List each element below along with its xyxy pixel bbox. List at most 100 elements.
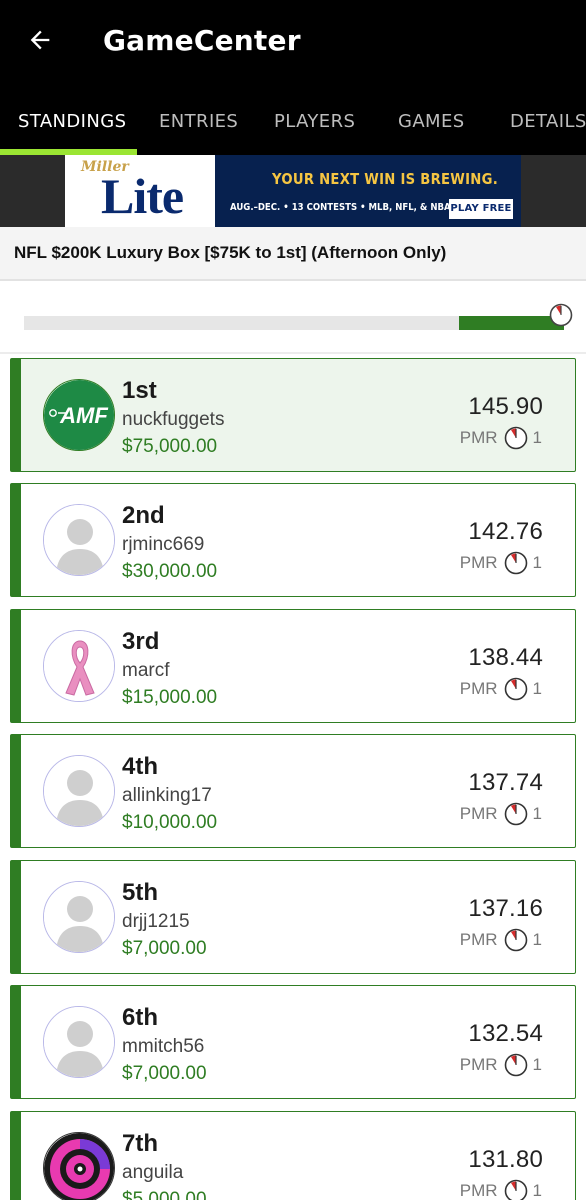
pmr-label: PMR xyxy=(459,428,498,447)
pmr-indicator: PMR 1 xyxy=(460,426,542,450)
ad-headline: YOUR NEXT WIN IS BREWING. xyxy=(272,170,498,188)
prize-amount: $10,000.00 xyxy=(122,812,218,833)
back-arrow-icon xyxy=(30,30,50,50)
standing-row[interactable]: 5th drjj1215 $7,000.00 137.16 PMR 1 xyxy=(10,860,576,974)
rank: 1st xyxy=(122,377,157,404)
rank: 3rd xyxy=(122,628,160,655)
tab-standings[interactable]: STANDINGS xyxy=(18,111,126,132)
pmr-label: PMR xyxy=(459,553,498,572)
ad-subline: AUG.–DEC. • 13 CONTESTS • MLB, NFL, & NB… xyxy=(230,202,482,213)
clock-icon xyxy=(504,802,527,826)
default-person-icon xyxy=(44,505,114,575)
username: allinking17 xyxy=(122,785,212,806)
prize-amount: $7,000.00 xyxy=(122,938,207,959)
pmr-indicator: PMR 1 xyxy=(460,802,542,826)
avatar xyxy=(43,1132,115,1200)
ad-banner[interactable]: Miller Lite YOUR NEXT WIN IS BREWING. AU… xyxy=(65,155,521,227)
pmr-label: PMR xyxy=(459,930,498,949)
back-button[interactable] xyxy=(22,22,58,58)
rank: 6th xyxy=(122,1004,158,1031)
pmr-value: 1 xyxy=(532,679,542,698)
clock-icon xyxy=(504,551,527,575)
username: mmitch56 xyxy=(122,1036,205,1057)
rank: 2nd xyxy=(122,502,165,529)
rank: 4th xyxy=(122,753,158,780)
pmr-value: 1 xyxy=(532,428,542,447)
pmr-label: PMR xyxy=(459,1055,498,1074)
ad-brand-big: Lite xyxy=(101,168,184,224)
score: 138.44 xyxy=(468,644,543,671)
pmr-indicator: PMR 1 xyxy=(460,677,542,701)
clock-icon xyxy=(504,677,527,701)
avatar xyxy=(43,630,115,702)
pmr-label: PMR xyxy=(459,804,498,823)
progress-clock-icon xyxy=(549,303,573,327)
contest-progress-bar xyxy=(24,316,564,330)
default-person-icon xyxy=(44,882,114,952)
prize-amount: $30,000.00 xyxy=(122,561,218,582)
avatar xyxy=(43,881,115,953)
pmr-indicator: PMR 1 xyxy=(460,1179,542,1200)
pmr-value: 1 xyxy=(532,930,542,949)
pmr-label: PMR xyxy=(459,679,498,698)
score: 137.16 xyxy=(468,895,543,922)
avatar xyxy=(43,504,115,576)
gamecenter-screen: GameCenter STANDINGS ENTRIES PLAYERS GAM… xyxy=(0,0,586,1200)
avatar: AMF xyxy=(43,379,115,451)
username: rjminc669 xyxy=(122,534,205,555)
score: 145.90 xyxy=(468,393,543,420)
pmr-value: 1 xyxy=(532,804,542,823)
default-person-icon xyxy=(44,756,114,826)
rank: 5th xyxy=(122,879,158,906)
score: 132.54 xyxy=(468,1020,543,1047)
ad-banner-area: Miller Lite YOUR NEXT WIN IS BREWING. AU… xyxy=(0,155,586,227)
pmr-value: 1 xyxy=(532,1181,542,1200)
username: anguila xyxy=(122,1162,184,1183)
avatar xyxy=(43,755,115,827)
pmr-value: 1 xyxy=(532,1055,542,1074)
clock-icon xyxy=(504,426,527,450)
miller-lite-logo: Miller Lite xyxy=(65,155,215,227)
tab-entries[interactable]: ENTRIES xyxy=(159,111,238,132)
contest-header: NFL $200K Luxury Box [$75K to 1st] (Afte… xyxy=(0,227,586,281)
page-title: GameCenter xyxy=(103,24,301,57)
svg-text:AMF: AMF xyxy=(59,403,108,428)
pmr-label: PMR xyxy=(459,1181,498,1200)
clock-icon xyxy=(504,1053,527,1077)
standing-row[interactable]: 2nd rjminc669 $30,000.00 142.76 PMR 1 xyxy=(10,483,576,597)
app-bar: GameCenter xyxy=(0,0,586,84)
clock-icon xyxy=(504,928,527,952)
standing-row[interactable]: 7th anguila $5,000.00 131.80 PMR 1 xyxy=(10,1111,576,1200)
username: nuckfuggets xyxy=(122,409,225,430)
prize-amount: $5,000.00 xyxy=(122,1189,207,1200)
username: drjj1215 xyxy=(122,911,190,932)
divider xyxy=(0,352,586,354)
tab-details[interactable]: DETAILS xyxy=(510,111,586,132)
prize-amount: $15,000.00 xyxy=(122,687,218,708)
tab-games[interactable]: GAMES xyxy=(398,111,465,132)
clock-icon xyxy=(504,1179,527,1200)
standing-row[interactable]: 3rd marcf $15,000.00 138.44 PMR 1 xyxy=(10,609,576,723)
prize-amount: $7,000.00 xyxy=(122,1063,207,1084)
username: marcf xyxy=(122,660,170,681)
tab-players[interactable]: PLAYERS xyxy=(274,111,355,132)
ad-play-free-button[interactable]: PLAY FREE xyxy=(449,199,513,219)
standing-row[interactable]: 6th mmitch56 $7,000.00 132.54 PMR 1 xyxy=(10,985,576,1099)
prize-amount: $75,000.00 xyxy=(122,436,218,457)
pmr-indicator: PMR 1 xyxy=(460,551,542,575)
score: 137.74 xyxy=(468,769,543,796)
pink-purple-target-icon xyxy=(44,1133,114,1200)
avatar xyxy=(43,1006,115,1078)
pmr-indicator: PMR 1 xyxy=(460,1053,542,1077)
pmr-value: 1 xyxy=(532,553,542,572)
contest-title: NFL $200K Luxury Box [$75K to 1st] (Afte… xyxy=(14,243,447,262)
standing-row[interactable]: 4th allinking17 $10,000.00 137.74 PMR 1 xyxy=(10,734,576,848)
default-person-icon xyxy=(44,1007,114,1077)
standing-row[interactable]: AMF 1st nuckfuggets $75,000.00 145.90 PM… xyxy=(10,358,576,472)
tab-bar: STANDINGS ENTRIES PLAYERS GAMES DETAILS xyxy=(0,84,586,155)
score: 142.76 xyxy=(468,518,543,545)
pmr-indicator: PMR 1 xyxy=(460,928,542,952)
pink-ribbon-icon xyxy=(44,631,114,701)
amf-logo-icon: AMF xyxy=(44,380,114,450)
rank: 7th xyxy=(122,1130,158,1157)
